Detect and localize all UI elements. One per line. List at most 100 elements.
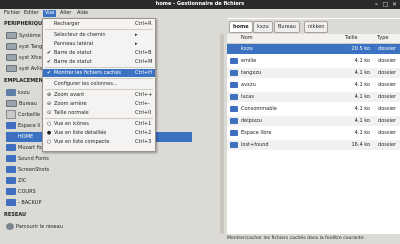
- file-row[interactable]: lucas 4.1 ko dossier: [227, 92, 400, 102]
- menu-item-label: Vue en liste compacte: [54, 139, 110, 145]
- menu-item-montrer-caches[interactable]: ✔ Montrer les fichiers cachés Ctrl+H: [43, 69, 155, 77]
- menu-aller[interactable]: Aller: [58, 10, 73, 17]
- zoom-out-icon: ⊖: [46, 101, 52, 107]
- sidebar-item-label: kxzu: [18, 90, 30, 96]
- menu-item-shortcut: Ctrl+-: [135, 101, 150, 107]
- file-size: 4.1 ko: [354, 70, 370, 76]
- sidebar-item-corbeille[interactable]: Corbeille: [6, 110, 40, 120]
- sidebar-item-label: Bureau: [19, 101, 37, 107]
- menu-item-vue-liste-detaillee[interactable]: ● Vue en liste détaillée Ctrl+2: [43, 129, 155, 137]
- zoom-reset-icon: ⊙: [46, 110, 52, 116]
- menu-item-panneau-lateral[interactable]: Panneau latéral ▸: [43, 40, 155, 48]
- drive-icon: [6, 54, 17, 61]
- menu-separator: [45, 67, 153, 68]
- checkmark-icon: ✔: [46, 50, 52, 56]
- sidebar-item-cours[interactable]: COURS: [6, 187, 36, 197]
- menu-item-zoom-avant[interactable]: ⊕ Zoom avant Ctrl++: [43, 91, 155, 99]
- file-row[interactable]: lost+found 16.4 ko dossier: [227, 140, 400, 150]
- sidebar-item-espace-libre[interactable]: Espace li: [6, 121, 40, 131]
- column-type[interactable]: Type: [377, 34, 388, 43]
- folder-icon: [6, 177, 16, 184]
- section-reseau: RESEAU: [4, 212, 27, 218]
- folder-icon: [230, 130, 238, 136]
- menu-editer[interactable]: Editer: [22, 10, 41, 17]
- file-size: 4.1 ko: [354, 82, 370, 88]
- menu-item-label: Montrer les fichiers cachés: [54, 70, 122, 76]
- sidebar-scrollbar[interactable]: [220, 34, 224, 234]
- file-type: dossier: [378, 58, 396, 64]
- file-size: 4.1 ko: [354, 106, 370, 112]
- sidebar-item-kxzu[interactable]: kxzu: [6, 88, 30, 98]
- sidebar-item-label: Sound Fonts: [18, 156, 49, 162]
- sidebar-item-zic[interactable]: ZIC: [6, 176, 26, 186]
- folder-icon: [6, 133, 16, 140]
- path-button-bureau[interactable]: Bureau: [274, 21, 300, 33]
- column-name[interactable]: Nom: [241, 34, 253, 43]
- path-button-nikken[interactable]: nikken: [304, 21, 329, 33]
- folder-icon: [230, 142, 238, 148]
- sidebar-item-syst-tang[interactable]: syst Tang: [6, 42, 42, 52]
- file-row[interactable]: delpixzu 4.1 ko dossier: [227, 116, 400, 126]
- menu-item-configurer-colonnes[interactable]: Configurer les colonnes...: [43, 80, 155, 88]
- menu-item-label: Configurer les colonnes...: [54, 81, 118, 87]
- column-size[interactable]: Taille: [345, 34, 358, 43]
- menu-item-taille-normale[interactable]: ⊙ Taille normale Ctrl+0: [43, 109, 155, 117]
- menu-vue[interactable]: Vue: [43, 10, 57, 17]
- file-size: 20.5 ko: [351, 46, 371, 52]
- menu-item-label: Vue en liste détaillée: [54, 130, 107, 136]
- menu-item-shortcut: Ctrl+M: [135, 59, 153, 65]
- sidebar-item-syst-xfce[interactable]: syst Xfce: [6, 53, 42, 63]
- menu-item-vue-icones[interactable]: ○ Vue en icônes Ctrl+1: [43, 120, 155, 128]
- menu-item-label: Barre de statut: [54, 59, 92, 65]
- menu-item-label: Panneau latéral: [54, 41, 94, 47]
- sidebar-item-bureau[interactable]: Bureau: [6, 99, 37, 109]
- menu-item-selecteur-chemin[interactable]: Sélecteur de chemin ▸: [43, 31, 155, 39]
- sidebar-item-label: syst Xfce: [19, 55, 42, 61]
- file-row[interactable]: emilie 4.1 ko dossier: [227, 56, 400, 66]
- file-row[interactable]: avxzu 4.1 ko dossier: [227, 80, 400, 90]
- sidebar-item-label: syst Avlix: [19, 66, 43, 72]
- menu-item-label: Recharger: [54, 21, 80, 27]
- home-icon: [6, 89, 16, 96]
- menu-separator: [45, 118, 153, 119]
- menu-item-label: Taille normale: [54, 110, 89, 116]
- file-name: emilie: [241, 58, 257, 64]
- close-button[interactable]: ✕: [391, 1, 398, 8]
- menu-item-zoom-arriere[interactable]: ⊖ Zoom arrière Ctrl+-: [43, 100, 155, 108]
- view-menu: Recharger Ctrl+R Sélecteur de chemin ▸ Pan…: [42, 18, 156, 152]
- menu-item-barre-statut-1[interactable]: ✔ Barre de statut Ctrl+B: [43, 49, 155, 57]
- file-row[interactable]: Consommable 4.1 ko dossier: [227, 104, 400, 114]
- sidebar-item-systeme[interactable]: Système: [6, 31, 41, 41]
- file-name: lucas: [241, 94, 254, 100]
- file-row[interactable]: tangxzu 4.1 ko dossier: [227, 68, 400, 78]
- sidebar-item-screenshots[interactable]: ScreenShots: [6, 165, 49, 175]
- status-text: Montrer/cacher les fichiers cachés dans …: [227, 236, 364, 241]
- minimize-button[interactable]: –: [373, 1, 380, 8]
- sidebar-item-parcourir-reseau[interactable]: Parcourir le réseau: [6, 222, 63, 232]
- menu-item-label: Sélecteur de chemin: [54, 32, 106, 38]
- file-row[interactable]: Espace libre 4.1 ko dossier: [227, 128, 400, 138]
- radio-icon: ○: [46, 121, 52, 127]
- maximize-button[interactable]: □: [382, 1, 389, 8]
- menu-item-shortcut: Ctrl+1: [135, 121, 152, 127]
- file-type: dossier: [378, 130, 396, 136]
- file-type: dossier: [378, 70, 396, 76]
- menu-item-shortcut: Ctrl+3: [135, 139, 152, 145]
- file-row[interactable]: kxzu 20.5 ko dossier: [227, 44, 400, 54]
- file-type: dossier: [378, 94, 396, 100]
- menu-fichier[interactable]: Fichier: [2, 10, 22, 17]
- menu-item-barre-statut-2[interactable]: ✔ Barre de statut Ctrl+M: [43, 58, 155, 66]
- menu-aide[interactable]: Aide: [75, 10, 90, 17]
- menu-item-vue-liste-compacte[interactable]: ○ Vue en liste compacte Ctrl+3: [43, 138, 155, 146]
- sidebar-item-sound-fonts[interactable]: Sound Fonts: [6, 154, 49, 164]
- path-button-home[interactable]: home: [229, 21, 253, 33]
- sidebar-item-syst-avlix[interactable]: syst Avlix: [6, 64, 43, 74]
- section-emplacements: EMPLACEMEN: [4, 78, 43, 84]
- menu-item-recharger[interactable]: Recharger Ctrl+R: [43, 20, 155, 28]
- menu-separator: [45, 29, 153, 30]
- status-bar: Montrer/cacher les fichiers cachés dans …: [227, 234, 400, 244]
- file-size: 16.4 ko: [351, 142, 371, 148]
- folder-icon: [6, 155, 16, 162]
- sidebar-item-backup[interactable]: - BACKUP: [6, 198, 41, 208]
- path-button-kxzu[interactable]: kxzu: [253, 21, 273, 33]
